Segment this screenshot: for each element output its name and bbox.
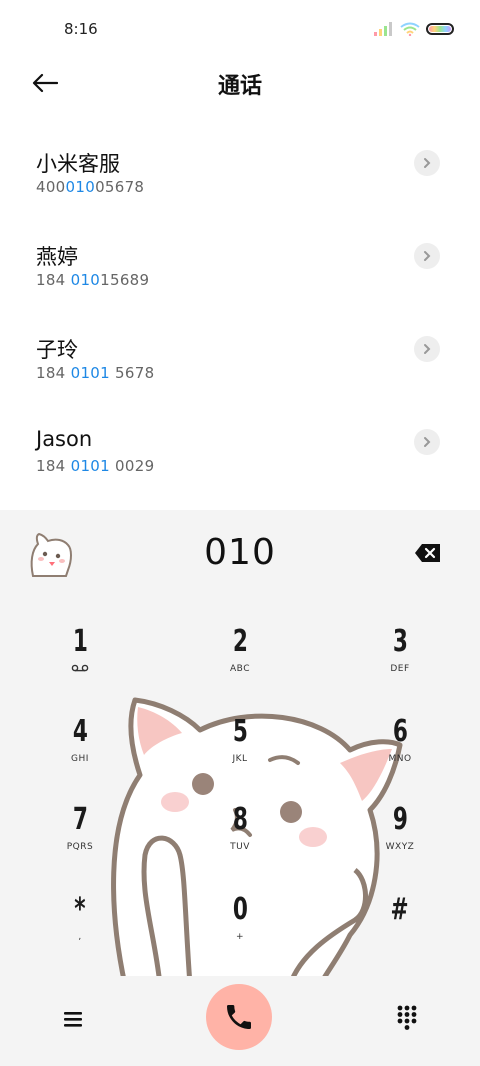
contact-row[interactable]: 子玲 184 0101 5678	[0, 306, 480, 399]
dial-input-row: 010	[0, 510, 480, 598]
contact-name: 燕婷	[36, 245, 78, 269]
contact-name: 小米客服	[36, 152, 120, 176]
chevron-right-icon	[424, 158, 431, 168]
wifi-icon	[400, 22, 420, 36]
status-time: 8:16	[64, 20, 98, 38]
contact-number: 184 01015689	[36, 271, 150, 289]
contact-list: 小米客服 40001005678 燕婷 184 01015689 子玲 184 …	[0, 120, 480, 492]
status-icons	[374, 22, 454, 36]
key-4[interactable]: 4 GHI	[20, 714, 140, 794]
call-button[interactable]	[206, 984, 272, 1050]
key-star[interactable]: * ,	[20, 892, 140, 972]
chevron-right-icon	[424, 437, 431, 447]
contact-detail-button[interactable]	[414, 243, 440, 269]
phone-icon	[227, 1005, 251, 1029]
key-9[interactable]: 9 WXYZ	[340, 802, 460, 882]
key-6[interactable]: 6 MNO	[340, 714, 460, 794]
chevron-right-icon	[424, 251, 431, 261]
key-2[interactable]: 2 ABC	[180, 624, 300, 704]
contact-row[interactable]: 燕婷 184 01015689	[0, 213, 480, 306]
menu-icon[interactable]	[58, 1004, 88, 1034]
contact-name: Jason	[36, 427, 93, 451]
key-0[interactable]: 0 +	[180, 892, 300, 972]
contact-number: 40001005678	[36, 178, 145, 196]
dialer-panel: 010 1 2 ABC 3 DEF 4 GHI 5 JKL 6 MNO 7 PQ…	[0, 510, 480, 1066]
key-hash[interactable]: #	[340, 892, 460, 972]
contact-row[interactable]: 小米客服 40001005678	[0, 120, 480, 213]
backspace-icon[interactable]	[414, 542, 442, 564]
dialed-number: 010	[204, 532, 276, 573]
key-3[interactable]: 3 DEF	[340, 624, 460, 704]
keypad-icon[interactable]	[392, 1002, 422, 1032]
contact-detail-button[interactable]	[414, 429, 440, 455]
contact-detail-button[interactable]	[414, 336, 440, 362]
key-7[interactable]: 7 PQRS	[20, 802, 140, 882]
header: 通话	[0, 56, 480, 112]
signal-icon	[374, 22, 392, 36]
contact-number: 184 0101 5678	[36, 364, 155, 382]
key-1[interactable]: 1	[20, 624, 140, 704]
page-title: 通话	[217, 74, 262, 99]
dialer-bottom-bar	[0, 976, 480, 1066]
voicemail-icon	[71, 664, 89, 672]
contact-name: 子玲	[36, 338, 78, 362]
contact-number: 184 0101 0029	[36, 457, 155, 475]
key-8[interactable]: 8 TUV	[180, 802, 300, 882]
key-5[interactable]: 5 JKL	[180, 714, 300, 794]
contact-detail-button[interactable]	[414, 150, 440, 176]
status-bar: 8:16	[0, 0, 480, 60]
contact-row[interactable]: Jason 184 0101 0029	[0, 399, 480, 492]
battery-icon	[426, 23, 454, 35]
chevron-right-icon	[424, 344, 431, 354]
